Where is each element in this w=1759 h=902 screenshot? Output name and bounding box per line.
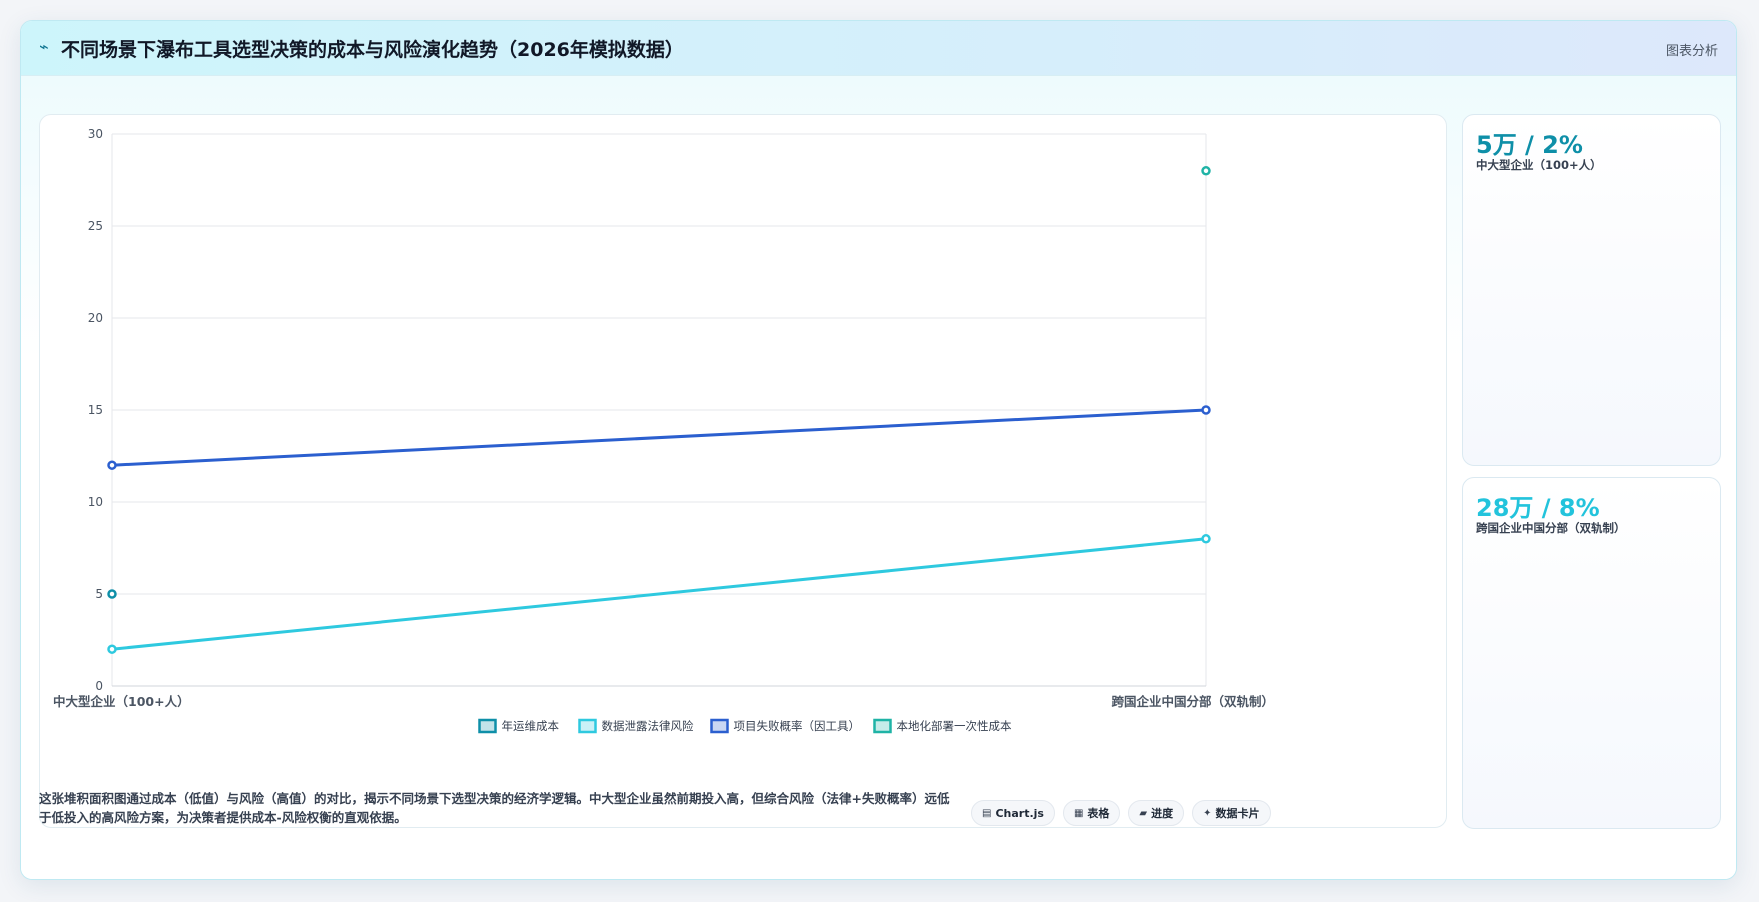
legend-swatch [478, 718, 497, 734]
chart-description: 这张堆积面积图通过成本（低值）与风险（高值）的对比，揭示不同场景下选型决策的经济… [39, 791, 950, 825]
card-header: ⌁ 不同场景下瀑布工具选型决策的成本与风险演化趋势（2026年模拟数据） 图表分… [21, 21, 1736, 76]
series-line [111, 408, 1207, 467]
chart-analysis-link[interactable]: 图表分析 [1666, 40, 1718, 59]
pulse-icon: ⌁ [39, 37, 49, 56]
page-title: 不同场景下瀑布工具选型决策的成本与风险演化趋势（2026年模拟数据） [61, 39, 684, 61]
chip-row: ▤ Chart.js ▦ 表格 ▰ 进度 ✦ 数据卡片 [971, 800, 1271, 826]
table-icon: ▦ [1073, 807, 1084, 819]
sparkle-icon: ✦ [1203, 807, 1212, 819]
chip-chartjs[interactable]: ▤ Chart.js [971, 800, 1055, 826]
chart-icon: ▤ [982, 807, 992, 819]
stat-card-multinational: 28万 / 8% 跨国企业中国分部（双轨制） [1462, 477, 1721, 829]
data-point [1201, 534, 1211, 544]
stat-card-midsize: 5万 / 2% 中大型企业（100+人） [1462, 114, 1721, 466]
legend-label: 项目失败概率（因工具） [734, 719, 861, 733]
chart-card: ⌁ 不同场景下瀑布工具选型决策的成本与风险演化趋势（2026年模拟数据） 图表分… [20, 20, 1737, 880]
legend-swatch [873, 718, 892, 734]
chip-label: 数据卡片 [1215, 807, 1260, 820]
data-point [107, 460, 117, 470]
chip-table[interactable]: ▦ 表格 [1062, 800, 1121, 826]
chart-panel: 0 5 10 15 20 25 30 中大型企业（100+人） 跨国企业中国分部（双轨制） 年运维… [39, 114, 1447, 828]
chip-progress[interactable]: ▰ 进度 [1128, 800, 1185, 826]
legend-label: 数据泄露法律风险 [602, 719, 694, 733]
y-tick-label: 5 [95, 587, 103, 601]
y-tick-label: 25 [88, 219, 103, 233]
stat-value: 28万 / 8% [1476, 494, 1600, 522]
legend-swatch [710, 718, 729, 734]
data-point [107, 644, 117, 654]
y-tick-label: 15 [88, 403, 103, 417]
data-point [107, 589, 117, 599]
chip-data-cards[interactable]: ✦ 数据卡片 [1192, 800, 1271, 826]
legend-label: 年运维成本 [502, 719, 560, 733]
stat-value: 5万 / 2% [1476, 131, 1583, 159]
line-chart: 0 5 10 15 20 25 30 中大型企业（100+人） 跨国企业中国分部（双轨制） 年运维… [53, 127, 1274, 734]
x-tick-label: 跨国企业中国分部（双轨制） [1111, 694, 1274, 709]
y-tick-label: 0 [95, 679, 103, 693]
legend-label: 本地化部署一次性成本 [897, 719, 1012, 733]
progress-icon: ▰ [1139, 807, 1148, 819]
legend-swatch [578, 718, 597, 734]
data-point [1201, 166, 1211, 176]
card-body: 0 5 10 15 20 25 30 中大型企业（100+人） 跨国企业中国分部（双轨制） 年运维… [21, 76, 1736, 879]
data-point [1201, 405, 1211, 415]
y-tick-label: 20 [88, 311, 103, 325]
stat-label: 跨国企业中国分部（双轨制） [1476, 521, 1626, 535]
stat-label: 中大型企业（100+人） [1476, 158, 1602, 172]
chip-label: Chart.js [995, 806, 1044, 820]
y-tick-label: 10 [88, 495, 103, 509]
chip-label: 表格 [1087, 807, 1110, 820]
y-tick-label: 30 [88, 127, 103, 141]
x-tick-label: 中大型企业（100+人） [53, 694, 190, 709]
chip-label: 进度 [1151, 807, 1174, 820]
